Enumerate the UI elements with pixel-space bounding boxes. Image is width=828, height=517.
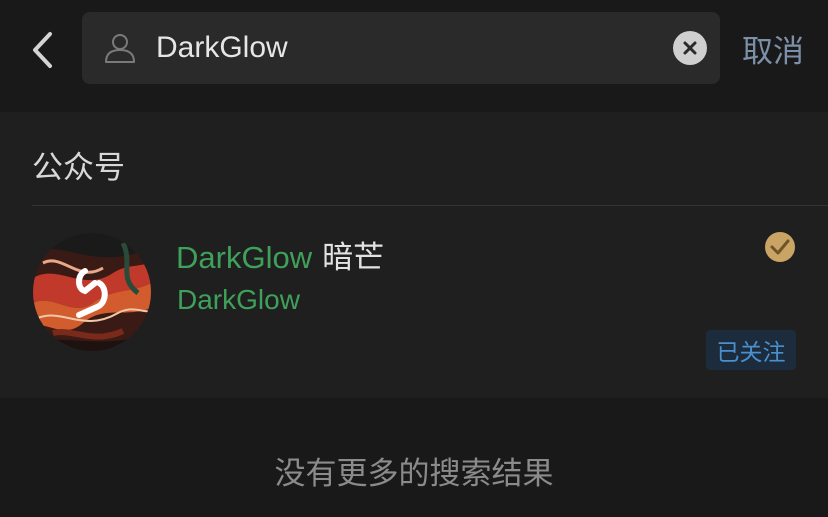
account-id: DarkGlow [177,284,300,315]
results-footer: 没有更多的搜索结果 [0,398,828,517]
search-input[interactable] [156,26,656,70]
cancel-button[interactable]: 取消 [742,26,804,70]
account-result-item[interactable]: DarkGlow 暗芒 DarkGlow 已关注 [0,206,828,396]
back-button[interactable] [22,28,62,72]
no-more-results-text: 没有更多的搜索结果 [274,456,554,492]
account-name-rest: 暗芒 [322,240,385,276]
clear-search-button[interactable] [673,31,707,65]
user-silhouette-icon [105,34,135,63]
chevron-left-icon [33,32,52,68]
verified-check-icon [765,232,795,262]
section-title-official-accounts: 公众号 [32,150,125,186]
account-name-highlight: DarkGlow [176,240,313,275]
avatar[interactable] [33,233,151,351]
top-bar: 取消 [0,0,828,112]
clear-circle-x-icon [683,41,697,55]
search-box[interactable] [82,12,720,84]
account-name: DarkGlow 暗芒 [176,232,384,277]
marbled-logo-avatar [33,233,151,351]
follow-status-badge: 已关注 [706,330,796,370]
